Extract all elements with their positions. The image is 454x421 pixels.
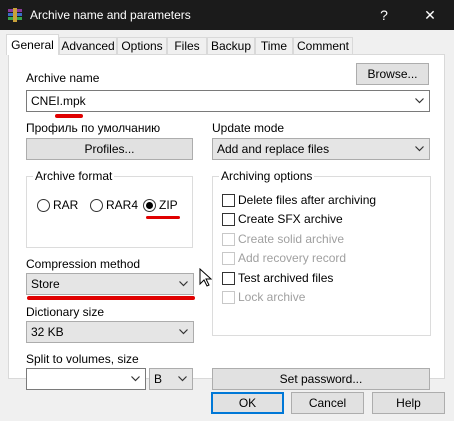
tab-time[interactable]: Time <box>255 37 293 54</box>
archiving-options-label: Archiving options <box>219 169 315 183</box>
checkbox-lock-archive-label: Lock archive <box>238 290 306 304</box>
update-mode-select[interactable]: Add and replace files <box>212 138 430 160</box>
chevron-down-icon <box>179 329 188 335</box>
archive-name-value: CNEI.mpk <box>31 94 86 108</box>
set-password-button[interactable]: Set password... <box>212 368 430 390</box>
archiving-options-group: Archiving options Delete files after arc… <box>212 169 431 336</box>
red-underline-zip <box>146 216 180 219</box>
radio-zip[interactable] <box>143 199 156 212</box>
split-volumes-label: Split to volumes, size <box>26 352 139 366</box>
tab-general[interactable]: General <box>6 34 59 55</box>
mouse-cursor-icon <box>199 268 213 287</box>
archive-format-group: Archive format RAR RAR4 ZIP <box>26 169 193 248</box>
cancel-button[interactable]: Cancel <box>291 392 364 414</box>
checkbox-test-files-label: Test archived files <box>238 271 334 285</box>
profiles-button[interactable]: Profiles... <box>26 138 193 160</box>
checkbox-delete-files-label: Delete files after archiving <box>238 193 377 207</box>
compression-method-value: Store <box>31 277 60 291</box>
radio-rar-label: RAR <box>53 198 79 212</box>
dictionary-size-label: Dictionary size <box>26 305 105 319</box>
radio-zip-label: ZIP <box>159 198 178 212</box>
chevron-down-icon <box>415 146 424 152</box>
tab-backup[interactable]: Backup <box>207 37 255 54</box>
compression-method-select[interactable]: Store <box>26 273 194 295</box>
split-size-input[interactable] <box>26 368 146 390</box>
window-title: Archive name and parameters <box>30 8 191 22</box>
radio-rar4[interactable] <box>90 199 103 212</box>
red-underline-compression <box>27 296 195 300</box>
profile-label: Профиль по умолчанию <box>26 121 161 135</box>
browse-button[interactable]: Browse... <box>356 63 429 85</box>
checkbox-create-sfx-label: Create SFX archive <box>238 212 343 226</box>
dictionary-size-value: 32 KB <box>31 325 64 339</box>
close-icon: ✕ <box>424 7 436 23</box>
compression-method-label: Compression method <box>26 257 141 271</box>
tab-advanced[interactable]: Advanced <box>59 37 117 54</box>
chevron-down-icon <box>178 376 187 382</box>
checkbox-delete-files[interactable] <box>222 194 235 207</box>
tab-files[interactable]: Files <box>167 37 207 54</box>
dictionary-size-select[interactable]: 32 KB <box>26 321 194 343</box>
title-bar: Archive name and parameters ? ✕ <box>0 0 454 30</box>
archive-format-label: Archive format <box>33 169 115 183</box>
help-icon: ? <box>380 7 388 23</box>
checkbox-solid-archive-label: Create solid archive <box>238 232 345 246</box>
red-underline-archive-name <box>55 114 83 118</box>
close-window-button[interactable]: ✕ <box>408 0 452 30</box>
split-unit-value: B <box>154 372 163 386</box>
update-mode-label: Update mode <box>212 121 285 135</box>
checkbox-recovery-record-label: Add recovery record <box>238 251 347 265</box>
checkbox-create-sfx[interactable] <box>222 213 235 226</box>
winrar-app-icon <box>8 8 22 22</box>
tab-options[interactable]: Options <box>117 37 167 54</box>
checkbox-lock-archive <box>222 291 235 304</box>
checkbox-test-files[interactable] <box>222 272 235 285</box>
chevron-down-icon <box>179 281 188 287</box>
split-unit-select[interactable]: B <box>149 368 193 390</box>
checkbox-recovery-record <box>222 252 235 265</box>
radio-rar4-label: RAR4 <box>106 198 139 212</box>
help-title-button[interactable]: ? <box>362 0 406 30</box>
ok-button[interactable]: OK <box>211 392 284 414</box>
chevron-down-icon <box>131 376 140 382</box>
archive-name-field[interactable]: CNEI.mpk <box>26 90 430 112</box>
dialog-body: General Advanced Options Files Backup Ti… <box>0 30 454 421</box>
help-button[interactable]: Help <box>372 392 445 414</box>
radio-rar[interactable] <box>37 199 50 212</box>
update-mode-value: Add and replace files <box>217 142 330 156</box>
chevron-down-icon <box>415 98 424 104</box>
archive-name-label: Archive name <box>26 71 100 85</box>
checkbox-solid-archive <box>222 233 235 246</box>
tab-comment[interactable]: Comment <box>293 37 353 54</box>
general-panel: Archive name Browse... CNEI.mpk Профиль … <box>8 54 445 390</box>
